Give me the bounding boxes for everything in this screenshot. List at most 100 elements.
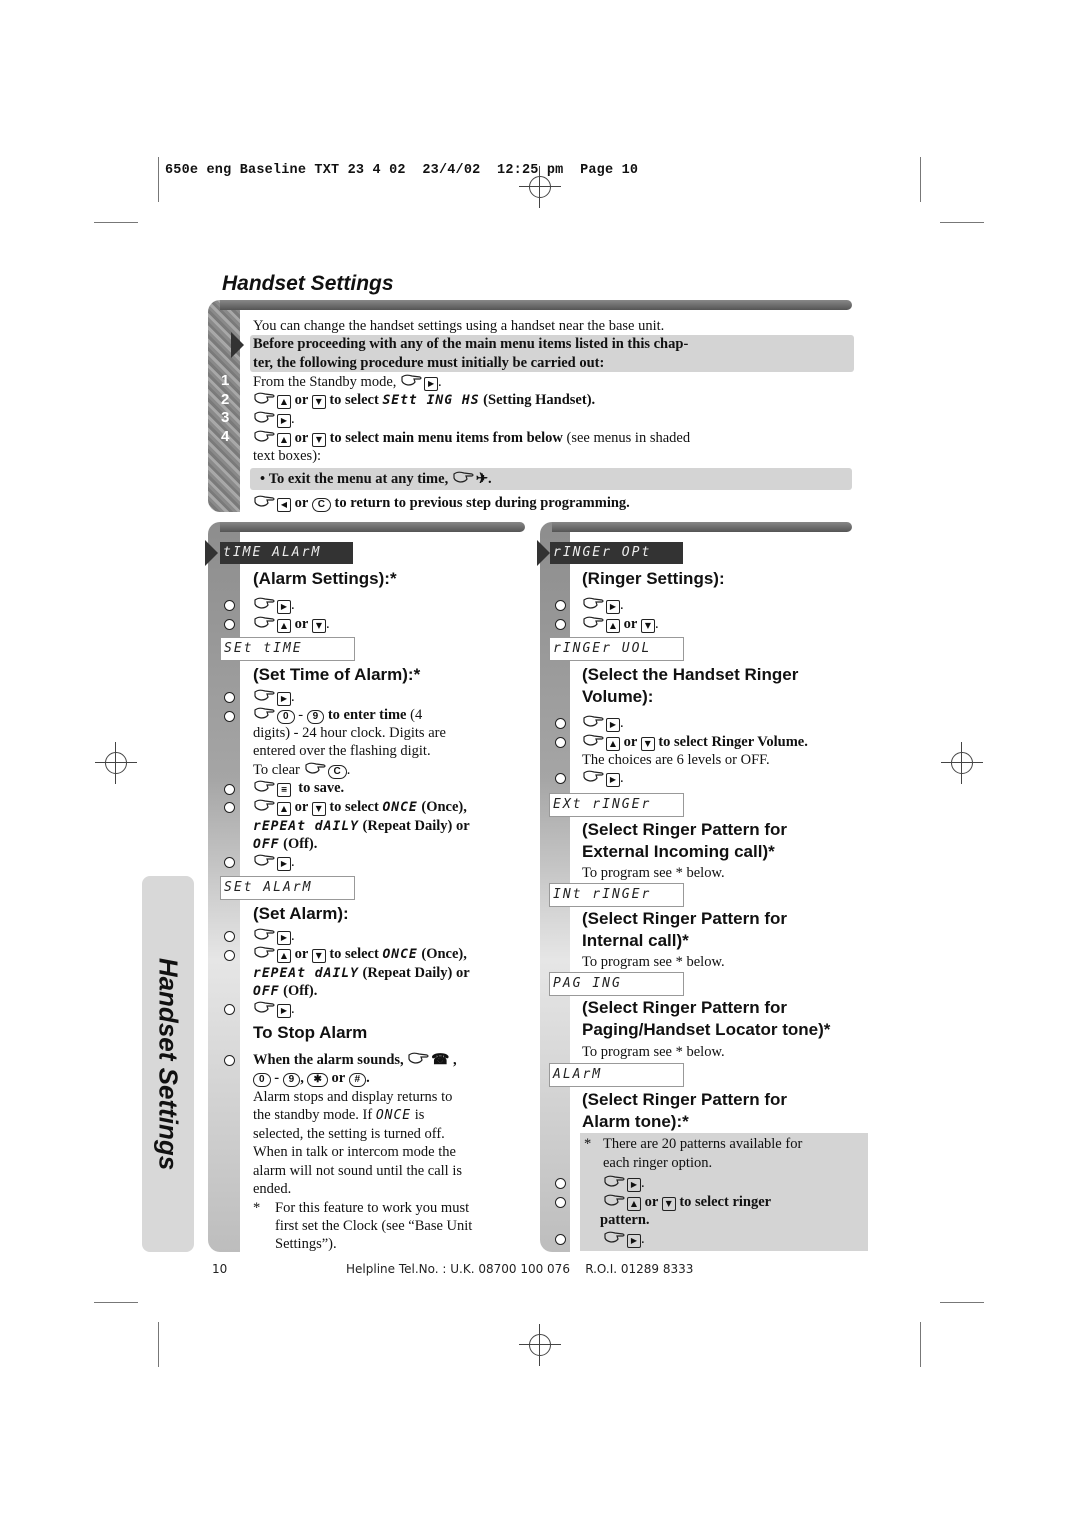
step-item: ≡ to save. bbox=[253, 779, 344, 798]
stop-text: the standby mode. If ONCE is bbox=[253, 1107, 425, 1123]
patterns-note: There are 20 patterns available for bbox=[603, 1136, 803, 1152]
decorative-bar bbox=[220, 522, 525, 532]
step-item: ▶. bbox=[582, 596, 624, 615]
section-heading: (Ringer Settings): bbox=[582, 569, 725, 588]
submenu-lcd: PAG ING bbox=[549, 972, 684, 996]
step-bullet bbox=[555, 718, 566, 729]
step-item: ▲ or ▼. bbox=[253, 615, 330, 634]
submenu-lcd: ALArM bbox=[549, 1063, 684, 1087]
registration-mark bbox=[95, 742, 137, 784]
crop-mark bbox=[920, 1322, 921, 1367]
print-slug: 650e eng Baseline TXT 23 4 02 23/4/02 12… bbox=[165, 163, 639, 178]
section-heading: (Alarm Settings):* bbox=[253, 569, 397, 588]
right-arrow-key-icon: ▶ bbox=[277, 414, 291, 428]
step-bullet bbox=[224, 1055, 235, 1066]
program-note: To program see * below. bbox=[582, 865, 725, 881]
step-bullet bbox=[224, 931, 235, 942]
step-number: 2 bbox=[221, 391, 230, 408]
step-bullet bbox=[555, 1234, 566, 1245]
right-arrow-key-icon: ▶ bbox=[277, 857, 291, 871]
program-note: To program see * below. bbox=[582, 1044, 725, 1060]
down-arrow-key-icon: ▼ bbox=[311, 949, 326, 963]
step-item: ▲ or ▼ to select ringer bbox=[603, 1193, 771, 1212]
warning-line: Before proceeding with any of the main m… bbox=[253, 336, 689, 352]
step-bullet bbox=[224, 600, 235, 611]
step-text: From the Standby mode, bbox=[253, 374, 397, 390]
step-1: From the Standby mode, ▶. bbox=[253, 374, 442, 391]
section-heading: (Select the Handset Ringer bbox=[582, 665, 799, 684]
step-item: ▶. bbox=[253, 853, 295, 872]
step-item: ▲ or ▼. bbox=[582, 615, 659, 634]
return-note: ◀ or C to return to previous step during… bbox=[253, 494, 630, 513]
step-item: ▶. bbox=[582, 769, 624, 788]
right-arrow-key-icon: ▶ bbox=[627, 1178, 641, 1192]
footnote-star: * bbox=[584, 1136, 592, 1152]
patterns-note: each ringer option. bbox=[603, 1155, 713, 1171]
step-item: ▲ or ▼ to select ONCE (Once), bbox=[253, 798, 467, 818]
step-4: ▲ or ▼ to select main menu items from be… bbox=[253, 429, 690, 448]
section-heading: Volume): bbox=[582, 687, 654, 706]
step-text: OFF (Off). bbox=[253, 836, 318, 852]
stop-text: selected, the setting is turned off. bbox=[253, 1126, 445, 1142]
hand-press-icon bbox=[253, 853, 277, 867]
stop-text: Alarm stops and display returns to bbox=[253, 1089, 453, 1105]
up-arrow-key-icon: ▲ bbox=[277, 433, 291, 447]
down-arrow-key-icon: ▼ bbox=[311, 433, 326, 447]
section-heading: (Set Time of Alarm):* bbox=[253, 665, 421, 684]
step-text: To clear C. bbox=[253, 762, 351, 779]
hand-press-icon bbox=[253, 688, 277, 702]
down-arrow-key-icon: ▼ bbox=[311, 619, 326, 633]
step-item: ▲ or ▼ to select Ringer Volume. bbox=[582, 733, 808, 752]
step-item: ▶. bbox=[253, 688, 295, 707]
hand-press-icon bbox=[253, 494, 277, 508]
right-arrow-key-icon: ▶ bbox=[277, 692, 291, 706]
pointer-icon bbox=[205, 540, 218, 566]
step-bullet bbox=[555, 1197, 566, 1208]
warning-line: ter, the following procedure must initia… bbox=[253, 355, 605, 371]
hash-key-icon: # bbox=[348, 1073, 367, 1087]
crop-mark bbox=[940, 222, 984, 223]
right-arrow-key-icon: ▶ bbox=[277, 1004, 291, 1018]
hand-press-icon bbox=[253, 798, 277, 812]
section-heading: (Select Ringer Pattern for bbox=[582, 909, 787, 928]
footnote: Settings”). bbox=[275, 1236, 337, 1252]
step-item: When the alarm sounds, ☎ , bbox=[253, 1051, 457, 1068]
up-arrow-key-icon: ▲ bbox=[627, 1197, 641, 1211]
right-arrow-key-icon: ▶ bbox=[277, 931, 291, 945]
hand-press-icon bbox=[253, 779, 277, 793]
section-heading: (Select Ringer Pattern for bbox=[582, 820, 787, 839]
step-text: 0 - 9, ✱ or #. bbox=[253, 1069, 370, 1088]
left-arrow-key-icon: ◀ bbox=[277, 498, 291, 512]
hand-press-icon bbox=[582, 596, 606, 610]
hand-press-icon bbox=[603, 1193, 627, 1207]
hand-press-icon bbox=[407, 1051, 431, 1065]
hand-press-icon bbox=[253, 615, 277, 629]
step-bullet bbox=[555, 773, 566, 784]
section-heading: (Select Ringer Pattern for bbox=[582, 998, 787, 1017]
right-arrow-key-icon: ▶ bbox=[424, 377, 439, 391]
exit-note: • To exit the menu at any time, ✈. bbox=[260, 471, 492, 487]
hand-press-icon bbox=[582, 733, 606, 747]
section-heading: Alarm tone):* bbox=[582, 1112, 689, 1131]
up-arrow-key-icon: ▲ bbox=[277, 619, 291, 633]
intro-text: You can change the handset settings usin… bbox=[253, 318, 665, 334]
hand-press-icon bbox=[582, 615, 606, 629]
page-title: Handset Settings bbox=[222, 272, 394, 295]
step-3: ▶. bbox=[253, 410, 295, 429]
registration-mark bbox=[519, 1324, 561, 1366]
footnote-star: * bbox=[253, 1200, 261, 1216]
decorative-bar bbox=[220, 300, 852, 310]
up-arrow-key-icon: ▲ bbox=[277, 802, 291, 816]
pointer-icon bbox=[537, 540, 550, 566]
section-heading: Paging/Handset Locator tone)* bbox=[582, 1020, 831, 1039]
step-bullet bbox=[224, 857, 235, 868]
step-bullet bbox=[224, 692, 235, 703]
submenu-lcd: SEt tIME bbox=[220, 637, 355, 661]
registration-mark bbox=[941, 742, 983, 784]
step-item: ▶. bbox=[253, 927, 295, 946]
step-text: rEPEAt dAILY (Repeat Daily) or bbox=[253, 965, 470, 981]
menu-key-icon: ≡ bbox=[277, 783, 291, 797]
up-arrow-key-icon: ▲ bbox=[277, 395, 291, 409]
section-heading: Internal call)* bbox=[582, 931, 689, 950]
down-arrow-key-icon: ▼ bbox=[640, 619, 655, 633]
